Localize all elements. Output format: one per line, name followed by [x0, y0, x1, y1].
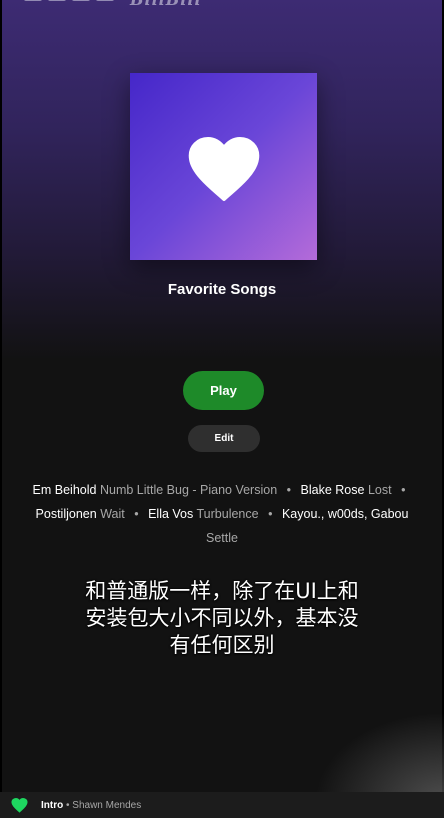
track-artist: Postiljonen [35, 507, 97, 521]
subtitle-line: 有任何区别 [169, 633, 275, 657]
playlist-title: Favorite Songs [167, 281, 277, 298]
now-playing-artist: Shawn Mendes [72, 799, 142, 811]
track-separator: • [268, 507, 273, 521]
playlist-cover [130, 73, 317, 260]
track-artist: Kayou., w00ds, Gabou [281, 507, 409, 521]
mini-player[interactable]: Intro • Shawn Mendes [0, 792, 444, 818]
track-artist: Blake Rose [300, 483, 365, 497]
now-playing-song: Intro [41, 799, 64, 811]
heart-icon [188, 136, 259, 201]
track-title: Settle [206, 531, 238, 545]
corner-glow [314, 712, 444, 802]
track-title: Wait [100, 507, 125, 521]
subtitle-line: 和普通版一样，除了在UI上和 [85, 579, 359, 603]
top-watermark: BiliBili [24, 0, 244, 9]
track-separator: • [134, 507, 139, 521]
bilibili-logo: BiliBili [130, 0, 202, 9]
track-title: Turbulence [196, 507, 259, 521]
frame-edge-left [0, 0, 2, 818]
track-artist: Em Beihold [32, 483, 97, 497]
subtitle-overlay: 和普通版一样，除了在UI上和 安装包大小不同以外，基本没 有任何区别 [0, 578, 444, 659]
track-title: Numb Little Bug - Piano Version [99, 483, 278, 497]
heart-icon[interactable] [11, 797, 28, 813]
track-title: Lost [367, 483, 392, 497]
track-separator: • [286, 483, 292, 497]
play-button[interactable]: Play [183, 371, 264, 410]
track-artist: Ella Vos [148, 507, 194, 521]
now-playing-separator: • [66, 799, 70, 811]
track-separator: • [401, 483, 406, 497]
now-playing-info[interactable]: Intro • Shawn Mendes [41, 800, 141, 811]
edit-button[interactable]: Edit [188, 425, 260, 452]
track-preview-list: Em Beihold Numb Little Bug - Piano Versi… [22, 478, 422, 550]
subtitle-line: 安装包大小不同以外，基本没 [85, 606, 359, 630]
